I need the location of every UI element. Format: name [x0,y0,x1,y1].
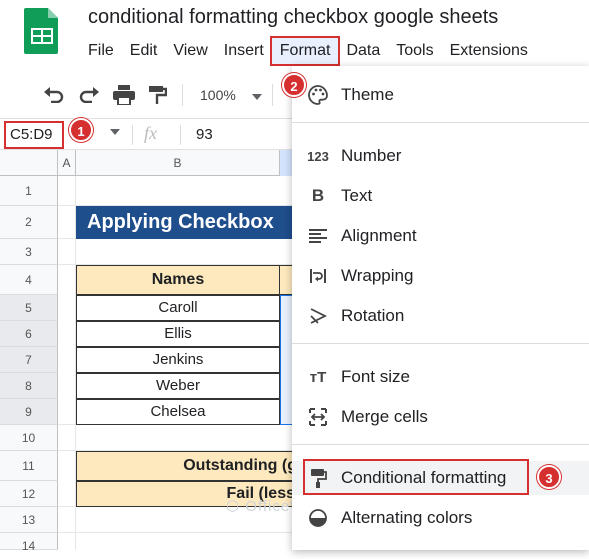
row-header-10[interactable]: 10 [0,425,58,451]
watermark-logo-icon: ⬡ [226,498,246,515]
menu-file[interactable]: File [80,38,122,64]
menu-item-number[interactable]: 123 Number [292,139,589,173]
menu-item-alternating-colors[interactable]: Alternating colors [292,501,589,535]
menu-divider [292,122,589,123]
step-badge-1: 1 [69,118,93,142]
menu-item-merge-cells[interactable]: Merge cells [292,400,589,434]
zoom-select[interactable]: 100% [200,87,236,103]
row-header-1[interactable]: 1 [0,176,58,206]
menu-divider [292,343,589,344]
menu-view[interactable]: View [165,38,215,64]
name-box[interactable]: C5:D9 [4,121,64,149]
menu-bar: File Edit View Insert Format Data Tools … [80,36,536,66]
table-cell-name[interactable]: Ellis [76,321,280,347]
sheet-banner-title[interactable]: Applying Checkbox [76,206,296,239]
menu-item-label: Number [341,146,402,165]
menu-tools[interactable]: Tools [388,38,441,64]
row-header-12[interactable]: 12 [0,481,58,507]
row-header-8[interactable]: 8 [0,373,58,399]
menu-item-text[interactable]: B Text [292,179,589,213]
zoom-caret-icon[interactable] [252,94,262,100]
formula-divider [180,125,181,145]
menu-item-label: Alignment [341,226,417,245]
menu-item-label: Font size [341,367,410,386]
sheets-logo-icon[interactable] [22,6,62,56]
toolbar-divider [272,84,273,106]
formula-input[interactable]: 93 [196,126,213,143]
table-cell-name[interactable]: Caroll [76,295,280,321]
select-all-corner[interactable] [0,150,58,176]
number-format-icon: 123 [307,148,329,164]
table-cell-name[interactable]: Jenkins [76,347,280,373]
table-header-names[interactable]: Names [76,265,280,295]
menu-edit[interactable]: Edit [122,38,166,64]
menu-item-rotation[interactable]: Rotation [292,299,589,333]
summary-outstanding[interactable]: Outstanding (g [76,451,300,481]
highlight-box-conditional-formatting [303,459,529,495]
formula-divider [132,125,133,145]
fx-icon: fx [144,123,157,143]
row-header-5[interactable]: 5 [0,295,58,321]
print-icon[interactable] [112,84,136,106]
row-header-2[interactable]: 2 [0,206,58,239]
palette-icon [307,84,329,106]
menu-item-wrapping[interactable]: Wrapping [292,259,589,293]
menu-item-label: Alternating colors [341,508,473,527]
paint-format-icon[interactable] [145,84,169,106]
menu-extensions[interactable]: Extensions [442,38,536,64]
undo-icon[interactable] [42,84,66,106]
toolbar-divider [182,84,183,106]
font-size-icon: тT [309,368,327,386]
row-header-9[interactable]: 9 [0,399,58,425]
document-title[interactable]: conditional formatting checkbox google s… [88,6,498,29]
menu-item-label: Text [341,186,373,205]
step-badge-2: 2 [282,73,306,97]
menu-item-theme[interactable]: Theme [292,78,589,112]
row-header-6[interactable]: 6 [0,321,58,347]
menu-item-label: Merge cells [341,407,428,426]
step-badge-3: 3 [537,465,561,489]
text-rotation-icon [307,305,329,327]
align-left-icon [307,225,329,247]
alternating-colors-icon [307,507,329,529]
row-header-11[interactable]: 11 [0,451,58,481]
column-header-b[interactable]: B [76,150,280,176]
row-header-13[interactable]: 13 [0,507,58,533]
menu-item-label: Theme [341,85,394,104]
menu-item-alignment[interactable]: Alignment [292,219,589,253]
menu-divider [292,444,589,445]
row-header-3[interactable]: 3 [0,239,58,265]
table-cell-name[interactable]: Weber [76,373,280,399]
menu-format[interactable]: Format [269,36,341,66]
name-box-dropdown-icon[interactable] [110,129,120,135]
text-wrap-icon [307,265,329,287]
column-header-a[interactable]: A [58,150,76,176]
merge-cells-icon [307,406,329,428]
menu-item-label: Wrapping [341,266,414,285]
menu-data[interactable]: Data [338,38,388,64]
menu-item-font-size[interactable]: тT Font size [292,360,589,394]
row-header-14[interactable]: 14 [0,533,58,553]
row-header-7[interactable]: 7 [0,347,58,373]
table-cell-name[interactable]: Chelsea [76,399,280,425]
redo-icon[interactable] [77,84,101,106]
menu-insert[interactable]: Insert [216,38,272,64]
menu-item-label: Rotation [341,306,405,325]
bold-text-icon: B [311,186,325,205]
row-header-4[interactable]: 4 [0,265,58,295]
